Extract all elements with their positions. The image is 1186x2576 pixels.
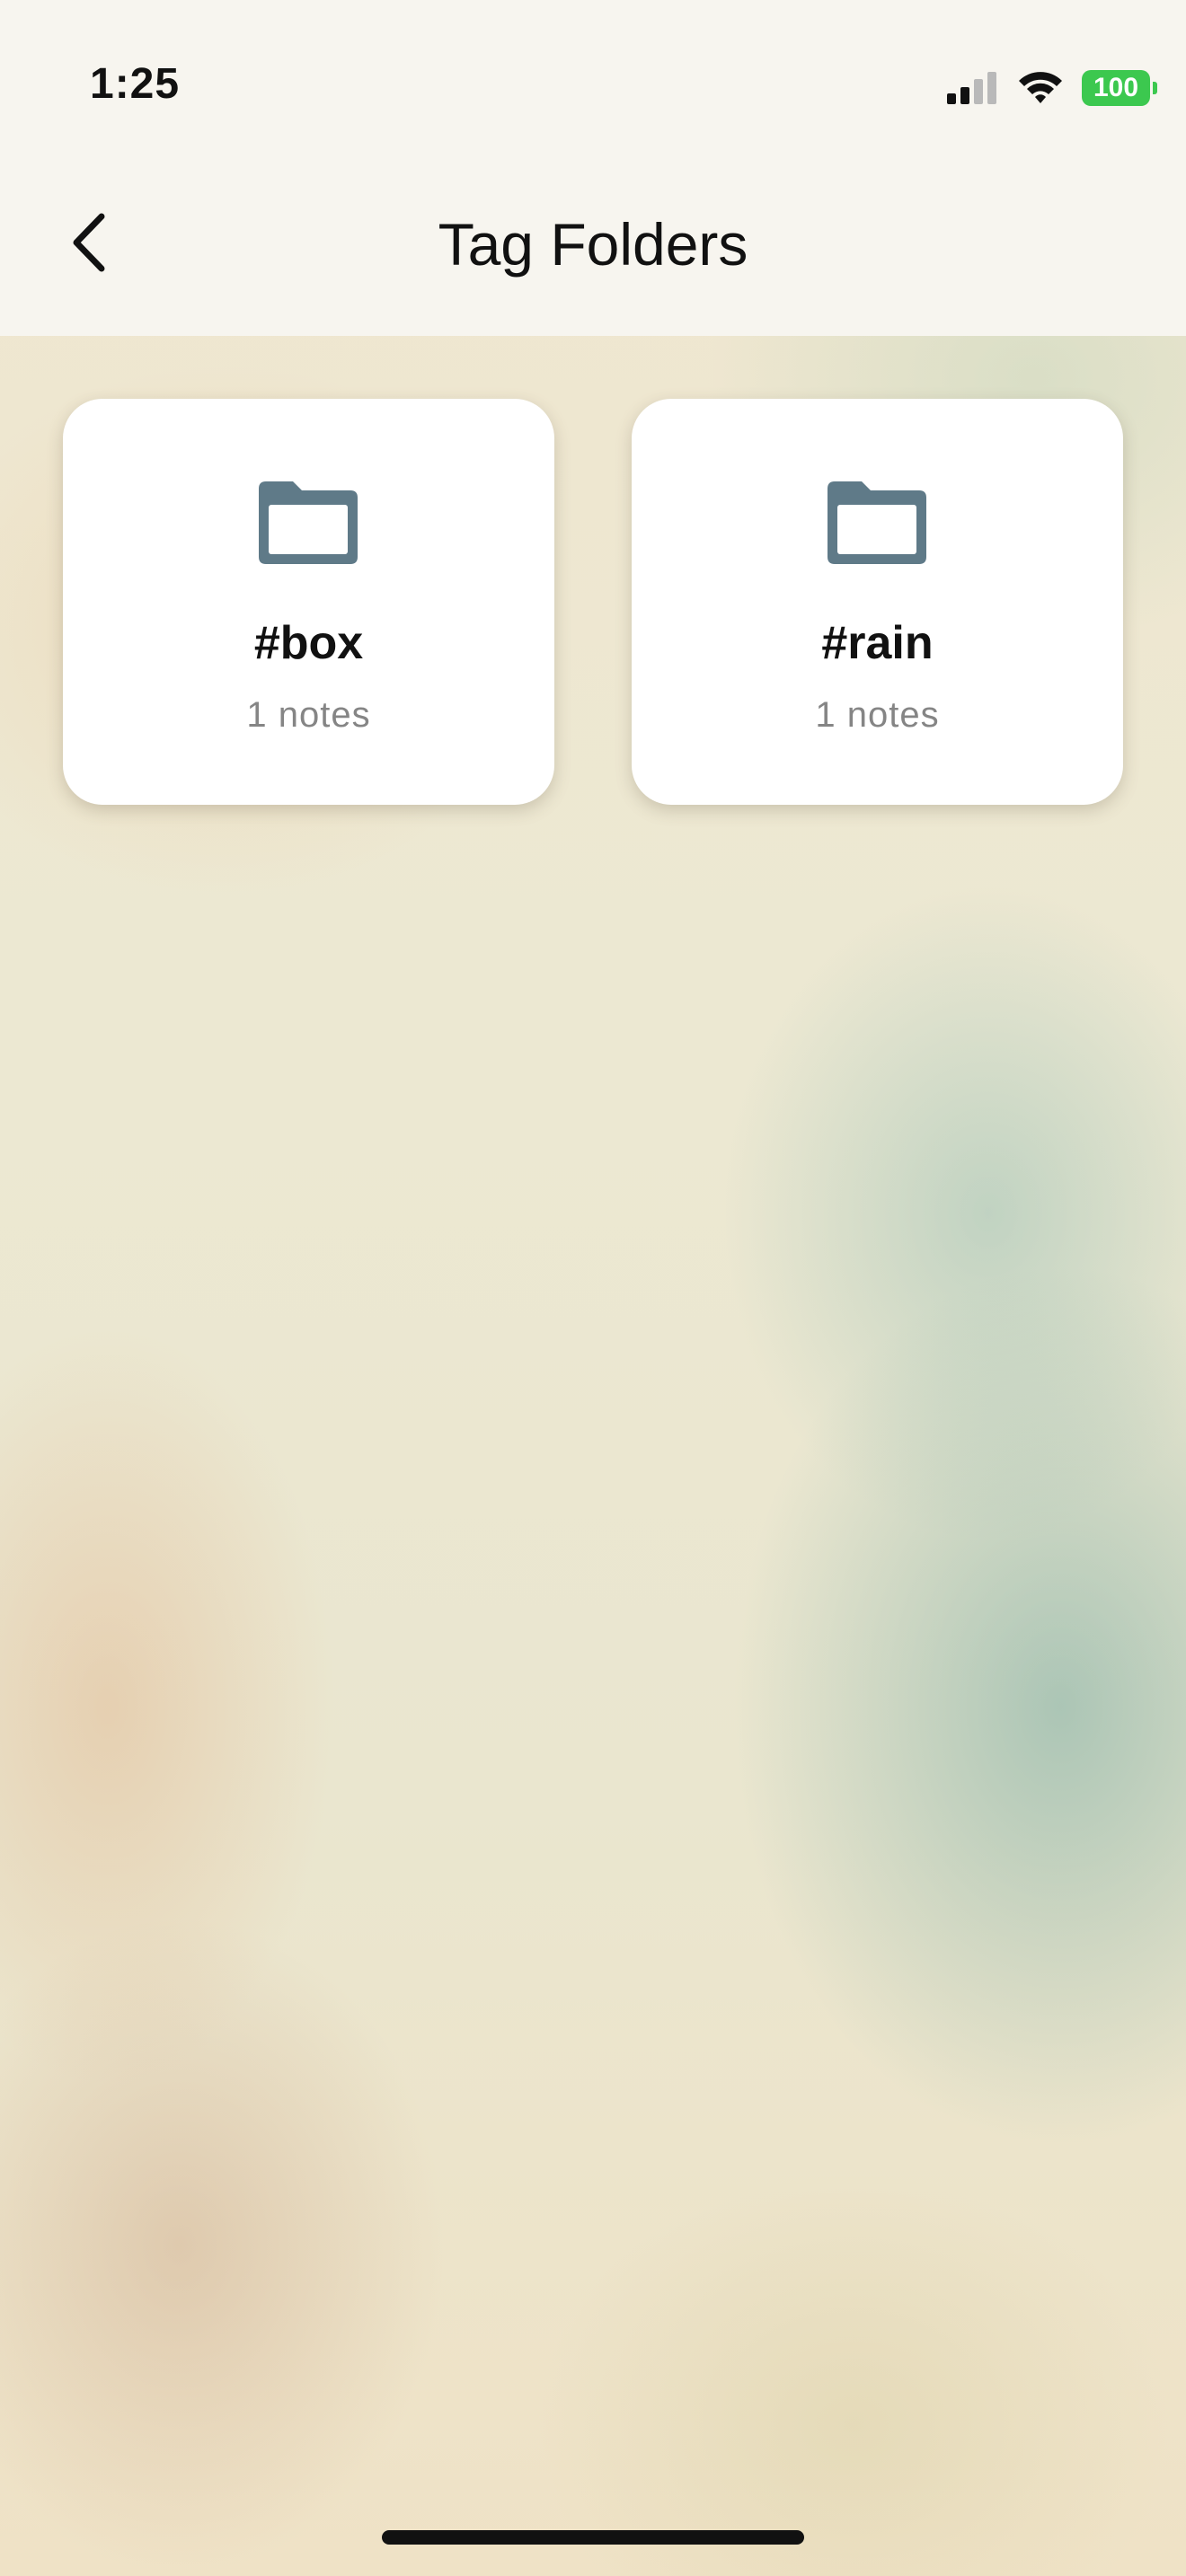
home-indicator[interactable] bbox=[382, 2530, 804, 2545]
battery-level: 100 bbox=[1093, 73, 1139, 102]
battery-icon: 100 bbox=[1082, 70, 1157, 106]
folder-icon bbox=[259, 481, 358, 564]
page-title: Tag Folders bbox=[438, 211, 748, 278]
folder-grid: #box 1 notes #rain 1 notes bbox=[63, 399, 1123, 805]
folder-icon bbox=[828, 481, 926, 564]
status-icons: 100 bbox=[945, 66, 1157, 110]
folder-note-count: 1 notes bbox=[815, 695, 940, 735]
folder-card-box[interactable]: #box 1 notes bbox=[63, 399, 554, 805]
cellular-signal-icon bbox=[947, 72, 996, 104]
wifi-icon bbox=[1019, 72, 1062, 103]
status-time: 1:25 bbox=[90, 60, 181, 108]
navigation-bar: Tag Folders bbox=[0, 171, 1186, 336]
folder-note-count: 1 notes bbox=[246, 695, 371, 735]
status-bar: 1:25 100 bbox=[0, 0, 1186, 171]
folder-card-rain[interactable]: #rain 1 notes bbox=[632, 399, 1123, 805]
folder-tag-label: #rain bbox=[821, 617, 934, 669]
folder-tag-label: #box bbox=[253, 617, 364, 669]
